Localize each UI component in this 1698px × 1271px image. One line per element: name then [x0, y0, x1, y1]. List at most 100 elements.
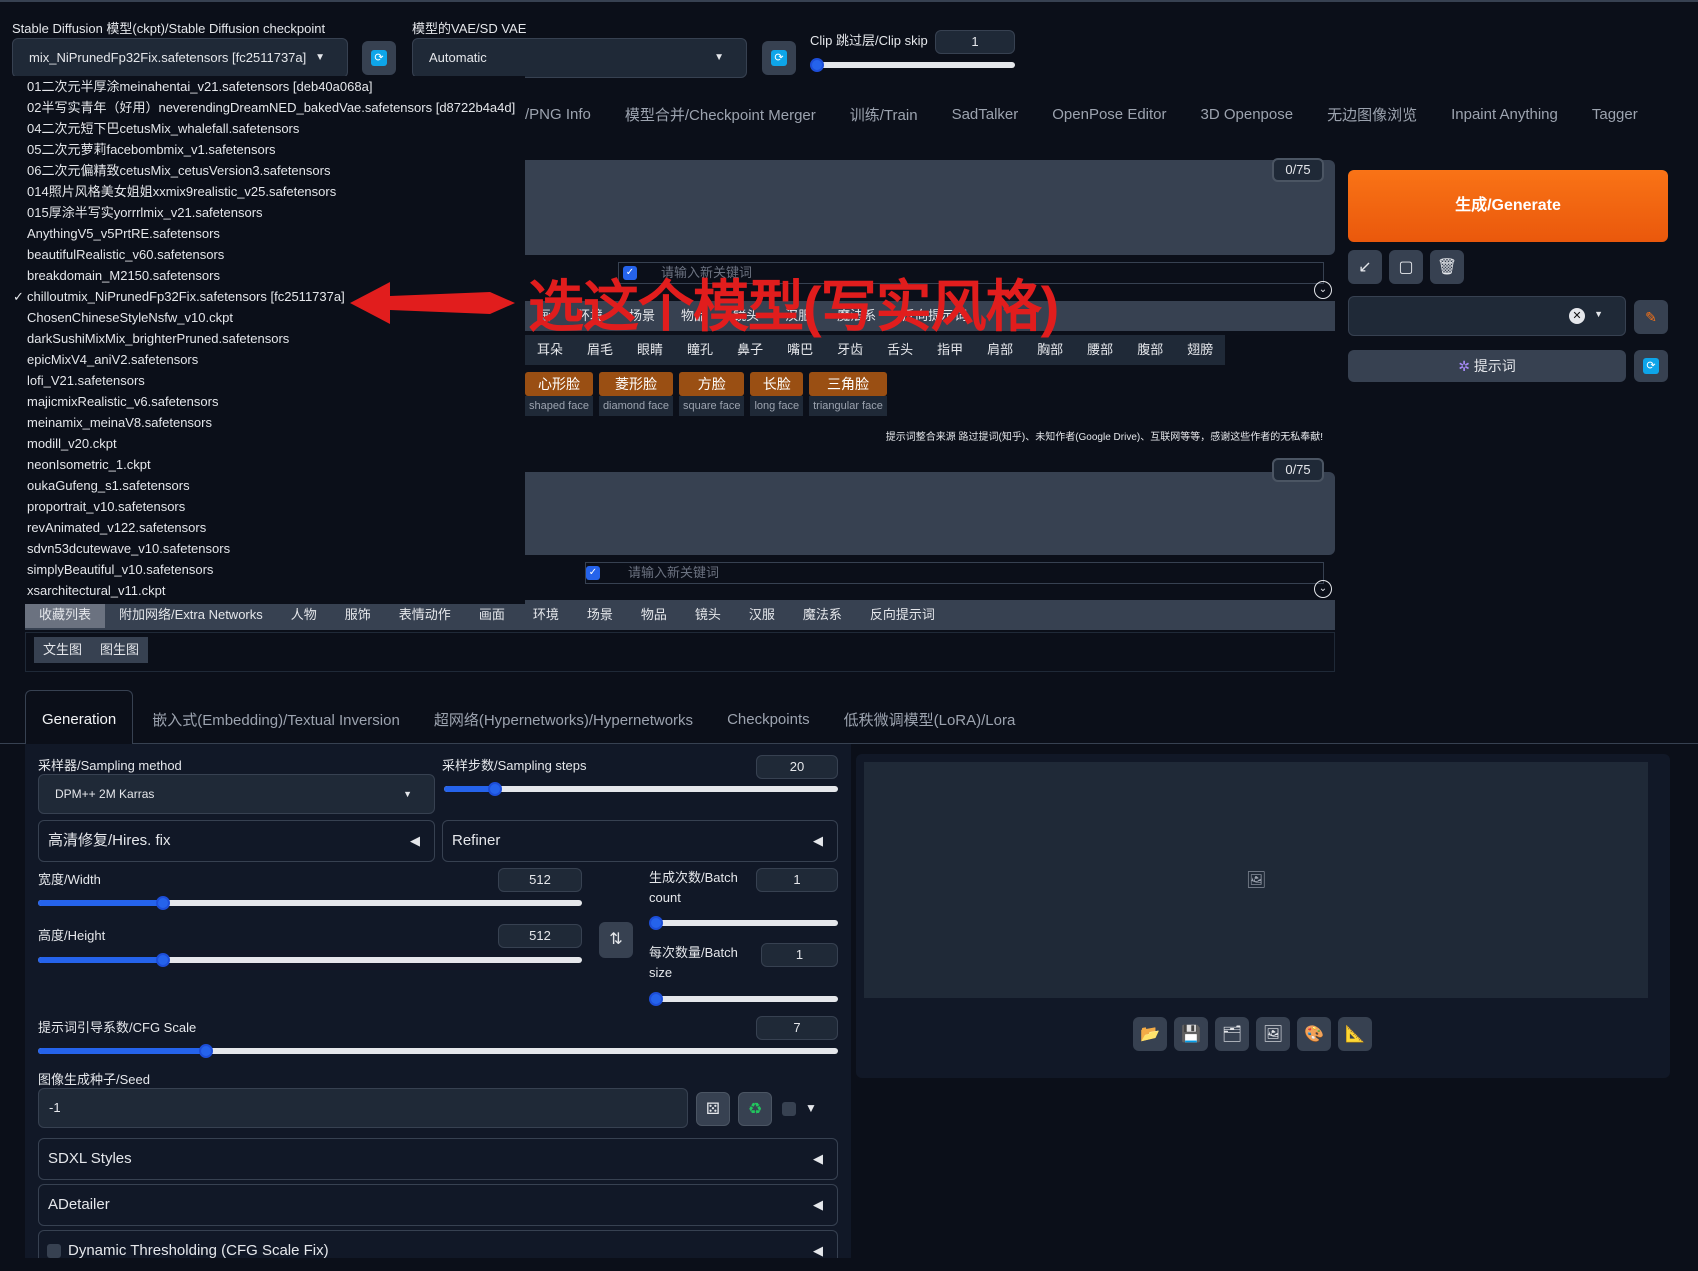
checkpoint-option[interactable]: xsarchitectural_v11.ckpt [0, 580, 525, 601]
checkpoint-option[interactable]: sdvn53dcutewave_v10.safetensors [0, 538, 525, 559]
main-tab[interactable]: 3D Openpose [1201, 106, 1294, 123]
main-tab[interactable]: Inpaint Anything [1451, 106, 1558, 123]
checkpoint-option[interactable]: proportrait_v10.safetensors [0, 496, 525, 517]
refresh-vae-button[interactable]: ⟳ [762, 41, 796, 75]
face-tag-button[interactable]: 长脸 long face [750, 372, 804, 416]
cfg-slider[interactable] [38, 1044, 838, 1058]
checkpoint-option[interactable]: 04二次元短下巴cetusMix_whalefall.safetensors [0, 118, 525, 139]
checkpoint-option[interactable]: beautifulRealistic_v60.safetensors [0, 244, 525, 265]
extra-seed-checkbox[interactable] [782, 1102, 796, 1116]
dice-icon[interactable]: ⚄ [696, 1092, 730, 1126]
refiner-accordion[interactable]: Refiner ◀ [442, 820, 838, 862]
face-tag-button[interactable]: 心形脸 shaped face [525, 372, 593, 416]
generation-tab[interactable]: 超网络(Hypernetworks)/Hypernetworks [434, 709, 693, 730]
checkpoint-option[interactable]: modill_v20.ckpt [0, 433, 525, 454]
palette-icon[interactable]: 🎨 [1297, 1017, 1331, 1051]
stop-icon[interactable]: ▢ [1389, 250, 1423, 284]
negative-subtab[interactable]: 图生图 [91, 637, 148, 663]
checkpoint-option[interactable]: lofi_V21.safetensors [0, 370, 525, 391]
checkpoint-select[interactable]: mix_NiPrunedFp32Fix.safetensors [fc25117… [12, 38, 348, 78]
generation-tab[interactable]: Generation [42, 711, 116, 728]
checkpoint-option[interactable]: 014照片风格美女姐姐xxmix9realistic_v25.safetenso… [0, 181, 525, 202]
main-tab[interactable]: Tagger [1592, 106, 1638, 123]
main-tab[interactable]: SadTalker [952, 106, 1019, 123]
checkpoint-option[interactable]: simplyBeautiful_v10.safetensors [0, 559, 525, 580]
face-tag-button[interactable]: 菱形脸 diamond face [598, 372, 673, 416]
checkpoint-option[interactable]: majicmixRealistic_v6.safetensors [0, 391, 525, 412]
negative-tab[interactable]: 收藏列表 [25, 602, 106, 628]
clip-skip-slider[interactable] [810, 58, 1015, 72]
prompt-button[interactable]: ✲ 提示词 [1348, 350, 1626, 382]
collapse-icon[interactable]: ⌄ [1314, 580, 1332, 598]
main-tab[interactable]: OpenPose Editor [1052, 106, 1166, 123]
sdxl-styles-accordion[interactable]: SDXL Styles ◀ [38, 1138, 838, 1180]
checkpoint-option[interactable]: 05二次元萝莉facebombmix_v1.safetensors [0, 139, 525, 160]
folder-icon[interactable]: 📂 [1133, 1017, 1167, 1051]
slider-knob[interactable] [199, 1044, 213, 1058]
negative-tab[interactable]: 画面 [465, 602, 519, 628]
clip-skip-input[interactable]: 1 [935, 30, 1015, 54]
checkpoint-option[interactable]: darkSushiMixMix_brighterPruned.safetenso… [0, 328, 525, 349]
checkpoint-option[interactable]: 06二次元偏精致cetusMix_cetusVersion3.safetenso… [0, 160, 525, 181]
height-slider[interactable] [38, 953, 582, 967]
brush-icon[interactable]: ✎ [1634, 300, 1668, 334]
width-input[interactable]: 512 [498, 868, 582, 892]
body-part-tab[interactable]: 腰部 [1075, 337, 1125, 363]
checkpoint-option[interactable]: AnythingV5_v5PrtRE.safetensors [0, 223, 525, 244]
face-tag-button[interactable]: 三角脸 triangular face [809, 372, 887, 416]
batch-size-input[interactable]: 1 [761, 943, 838, 967]
trash-icon[interactable]: 🗑 [1430, 250, 1464, 284]
generate-button[interactable]: 生成/Generate [1348, 170, 1668, 242]
width-slider[interactable] [38, 896, 582, 910]
height-input[interactable]: 512 [498, 924, 582, 948]
batch-size-slider[interactable] [649, 992, 838, 1006]
cfg-input[interactable]: 7 [756, 1016, 838, 1040]
swap-dimensions-icon[interactable]: ⇅ [599, 922, 633, 958]
negative-tab[interactable]: 镜头 [681, 602, 735, 628]
triangle-down-icon[interactable]: ▼ [805, 1101, 817, 1115]
send-to-img2img-icon[interactable]: 🖼 [1256, 1017, 1290, 1051]
checkpoint-option[interactable]: revAnimated_v122.safetensors [0, 517, 525, 538]
ruler-icon[interactable]: 📐 [1338, 1017, 1372, 1051]
checkpoint-option[interactable]: 02半写实青年（好用）neverendingDreamNED_bakedVae.… [0, 97, 525, 118]
negative-tab[interactable]: 服饰 [331, 602, 385, 628]
checkpoint-option[interactable]: epicMixV4_aniV2.safetensors [0, 349, 525, 370]
batch-count-slider[interactable] [649, 916, 838, 930]
negative-subtab[interactable]: 文生图 [34, 637, 91, 663]
negative-tab[interactable]: 场景 [573, 602, 627, 628]
refresh-checkpoint-button[interactable]: ⟳ [362, 41, 396, 75]
checkpoint-option[interactable]: 01二次元半厚涂meinahentai_v21.safetensors [deb… [0, 76, 525, 97]
recycle-icon[interactable]: ♻ [738, 1092, 772, 1126]
slider-knob[interactable] [649, 992, 663, 1006]
negative-tab[interactable]: 汉服 [735, 602, 789, 628]
hires-fix-accordion[interactable]: 高清修复/Hires. fix ◀ [38, 820, 435, 862]
zip-icon[interactable]: 🗂 [1215, 1017, 1249, 1051]
adetailer-accordion[interactable]: ADetailer ◀ [38, 1184, 838, 1226]
save-icon[interactable]: 💾 [1174, 1017, 1208, 1051]
checkpoint-option[interactable]: neonIsometric_1.ckpt [0, 454, 525, 475]
negative-tab[interactable]: 物品 [627, 602, 681, 628]
batch-count-input[interactable]: 1 [756, 868, 838, 892]
main-tab[interactable]: 无边图像浏览 [1327, 104, 1417, 125]
generation-tab[interactable]: 嵌入式(Embedding)/Textual Inversion [152, 709, 400, 730]
steps-slider[interactable] [444, 782, 838, 796]
checkbox-icon[interactable]: ✓ [586, 566, 600, 580]
face-tag-button[interactable]: 方脸 square face [678, 372, 745, 416]
main-tab[interactable]: 模型合并/Checkpoint Merger [625, 104, 816, 125]
close-icon[interactable]: ✕ [1569, 308, 1585, 324]
checkbox-icon[interactable] [47, 1244, 61, 1258]
refresh-prompt-button[interactable]: ⟳ [1634, 350, 1668, 382]
main-tab[interactable]: /PNG Info [525, 106, 591, 123]
negative-tab[interactable]: 表情动作 [385, 602, 465, 628]
generation-tab[interactable]: Checkpoints [727, 711, 810, 728]
slider-knob[interactable] [156, 953, 171, 967]
dynamic-thresholding-accordion[interactable]: Dynamic Thresholding (CFG Scale Fix) ◀ [38, 1230, 838, 1259]
negative-tab[interactable]: 附加网络/Extra Networks [105, 602, 277, 628]
sampler-select[interactable]: DPM++ 2M Karras ▼ [38, 774, 435, 814]
generation-tab[interactable]: 低秩微调模型(LoRA)/Lora [844, 709, 1016, 730]
slider-knob[interactable] [810, 58, 824, 72]
negative-prompt-textarea[interactable] [525, 472, 1335, 555]
vae-select[interactable]: Automatic ▼ [412, 38, 747, 78]
body-part-tab[interactable]: 翅膀 [1175, 337, 1225, 363]
checkpoint-dropdown-list[interactable]: 01二次元半厚涂meinahentai_v21.safetensors [deb… [0, 76, 525, 604]
